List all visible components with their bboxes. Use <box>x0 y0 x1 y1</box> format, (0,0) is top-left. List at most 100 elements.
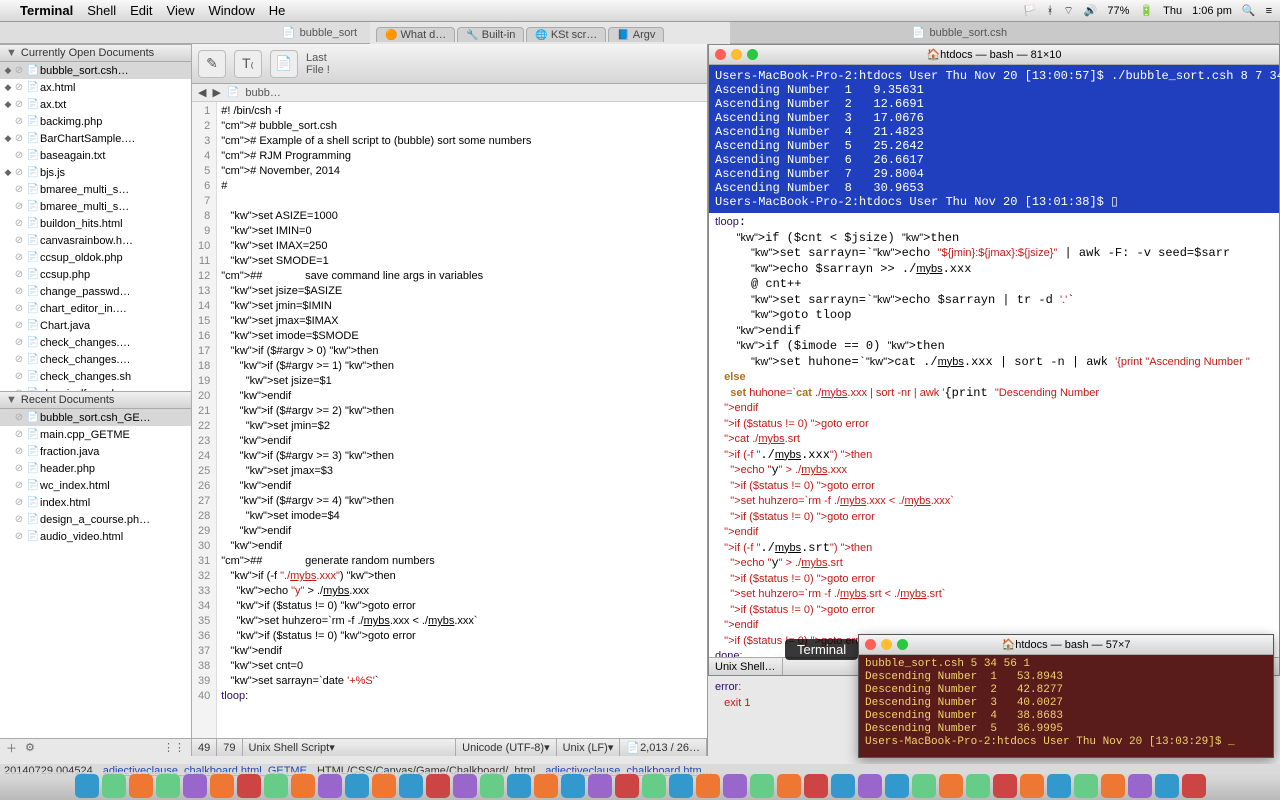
dock-app[interactable] <box>291 774 315 798</box>
dock-app[interactable] <box>993 774 1017 798</box>
file-row[interactable]: ⊘📄bmaree_multi_s… <box>0 198 191 215</box>
close-icon[interactable]: ⊘ <box>12 320 26 331</box>
dock-app[interactable] <box>858 774 882 798</box>
dock-app[interactable] <box>210 774 234 798</box>
dock-app[interactable] <box>480 774 504 798</box>
close-icon[interactable]: ⊘ <box>12 446 26 457</box>
close-icon[interactable]: ⊘ <box>12 201 26 212</box>
close-icon[interactable]: ⊘ <box>12 252 26 263</box>
file-row[interactable]: ⊘📄check_changes.… <box>0 351 191 368</box>
close-icon[interactable]: ⊘ <box>12 497 26 508</box>
file-row[interactable]: ⊘📄audio_video.html <box>0 528 191 545</box>
dock-app[interactable] <box>831 774 855 798</box>
code-source[interactable]: #! /bin/csh -f "cm"># bubble_sort.csh "c… <box>217 102 535 738</box>
dock-app[interactable] <box>156 774 180 798</box>
close-icon[interactable]: ⊘ <box>12 99 26 110</box>
dock-app[interactable] <box>939 774 963 798</box>
close-icon[interactable]: ⊘ <box>12 116 26 127</box>
zoom-icon[interactable] <box>747 49 758 60</box>
dock-app[interactable] <box>1128 774 1152 798</box>
text-tool-icon[interactable]: T₍ <box>234 50 262 78</box>
menu-view[interactable]: View <box>167 3 195 18</box>
recent-docs-header[interactable]: ▼Recent Documents <box>0 391 191 409</box>
small-terminal-body[interactable]: bubble_sort.csh 5 34 56 1 Descending Num… <box>859 655 1273 752</box>
close-icon[interactable]: ⊘ <box>12 429 26 440</box>
close-icon[interactable]: ⊘ <box>12 218 26 229</box>
dock-app[interactable] <box>264 774 288 798</box>
dock-app[interactable] <box>237 774 261 798</box>
menu-edit[interactable]: Edit <box>130 3 152 18</box>
file-row[interactable]: ⊘📄check_changes.… <box>0 334 191 351</box>
close-icon[interactable]: ⊘ <box>12 412 26 423</box>
gear-icon[interactable]: ⚙ <box>25 741 35 754</box>
close-icon[interactable]: ⊘ <box>12 184 26 195</box>
spotlight-icon[interactable]: 🔍 <box>1242 4 1256 17</box>
menu-window[interactable]: Window <box>209 3 255 18</box>
dock-app[interactable] <box>912 774 936 798</box>
dock-app[interactable] <box>534 774 558 798</box>
file-row[interactable]: ◆⊘📄bubble_sort.csh… <box>0 62 191 79</box>
add-icon[interactable]: ＋ <box>6 740 17 756</box>
editor-breadcrumb[interactable]: ◀ ▶ 📄 bubb… <box>192 84 707 102</box>
file-row[interactable]: ⊘📄wc_index.html <box>0 477 191 494</box>
file-row[interactable]: ⊘📄main.cpp_GETME <box>0 426 191 443</box>
close-icon[interactable]: ⊘ <box>12 463 26 474</box>
notifications-icon[interactable]: ≡ <box>1266 5 1272 17</box>
bluetooth-icon[interactable]: ᚼ <box>1047 5 1054 17</box>
dock-app[interactable] <box>426 774 450 798</box>
status-le[interactable]: Unix (LF) ▾ <box>557 739 621 756</box>
right-status-lang[interactable]: Unix Shell… <box>709 658 783 675</box>
resize-handle[interactable]: ⋮⋮ <box>163 741 185 754</box>
flag-icon[interactable]: 🏳️ <box>1023 4 1037 17</box>
dock-app[interactable] <box>318 774 342 798</box>
dock-app[interactable] <box>696 774 720 798</box>
dock-app[interactable] <box>615 774 639 798</box>
close-icon[interactable]: ⊘ <box>12 514 26 525</box>
file-row[interactable]: ◆⊘📄BarChartSample.… <box>0 130 191 147</box>
file-row[interactable]: ⊘📄baseagain.txt <box>0 147 191 164</box>
file-row[interactable]: ⊘📄header.php <box>0 460 191 477</box>
close-icon[interactable]: ⊘ <box>12 82 26 93</box>
minimize-icon[interactable] <box>881 639 892 650</box>
file-row[interactable]: ⊘📄fraction.java <box>0 443 191 460</box>
dock-app[interactable] <box>1074 774 1098 798</box>
file-row[interactable]: ⊘📄chart_editor_in.… <box>0 300 191 317</box>
menu-help[interactable]: He <box>269 3 286 18</box>
close-icon[interactable]: ⊘ <box>12 371 26 382</box>
close-icon[interactable]: ⊘ <box>12 337 26 348</box>
dock-app[interactable] <box>1020 774 1044 798</box>
battery-icon[interactable]: 🔋 <box>1139 4 1153 17</box>
file-row[interactable]: ⊘📄index.html <box>0 494 191 511</box>
zoom-icon[interactable] <box>897 639 908 650</box>
file-row[interactable]: ⊘📄change_passwd… <box>0 283 191 300</box>
dock-app[interactable] <box>804 774 828 798</box>
dock-app[interactable] <box>1047 774 1071 798</box>
close-icon[interactable]: ⊘ <box>12 269 26 280</box>
browser-tab[interactable]: 📘 Argv <box>608 27 664 42</box>
document-icon[interactable]: 📄 <box>270 50 298 78</box>
wifi-icon[interactable]: ⌔ <box>1063 4 1073 18</box>
close-icon[interactable]: ⊘ <box>12 303 26 314</box>
minimize-icon[interactable] <box>731 49 742 60</box>
status-lang[interactable]: Unix Shell Script ▾ <box>243 739 457 756</box>
close-icon[interactable]: ⊘ <box>12 150 26 161</box>
file-row[interactable]: ⊘📄ccsup.php <box>0 266 191 283</box>
tab-right-file[interactable]: 📄 bubble_sort.csh <box>640 22 1280 43</box>
dock-app[interactable] <box>453 774 477 798</box>
browser-tab[interactable]: 🔧 Built-in <box>457 27 524 42</box>
volume-icon[interactable]: 🔊 <box>1084 4 1098 17</box>
status-enc[interactable]: Unicode (UTF-8) ▾ <box>456 739 556 756</box>
dock-app[interactable] <box>507 774 531 798</box>
dock-app[interactable] <box>723 774 747 798</box>
file-row[interactable]: ⊘📄ccsup_oldok.php <box>0 249 191 266</box>
file-row[interactable]: ◆⊘📄ax.html <box>0 79 191 96</box>
pencil-icon[interactable]: ✎ <box>198 50 226 78</box>
file-row[interactable]: ⊘📄backimg.php <box>0 113 191 130</box>
dock-app[interactable] <box>588 774 612 798</box>
dock-app[interactable] <box>345 774 369 798</box>
dock-app[interactable] <box>1155 774 1179 798</box>
dock-app[interactable] <box>669 774 693 798</box>
close-icon[interactable] <box>715 49 726 60</box>
dock-app[interactable] <box>1101 774 1125 798</box>
dock-app[interactable] <box>1182 774 1206 798</box>
